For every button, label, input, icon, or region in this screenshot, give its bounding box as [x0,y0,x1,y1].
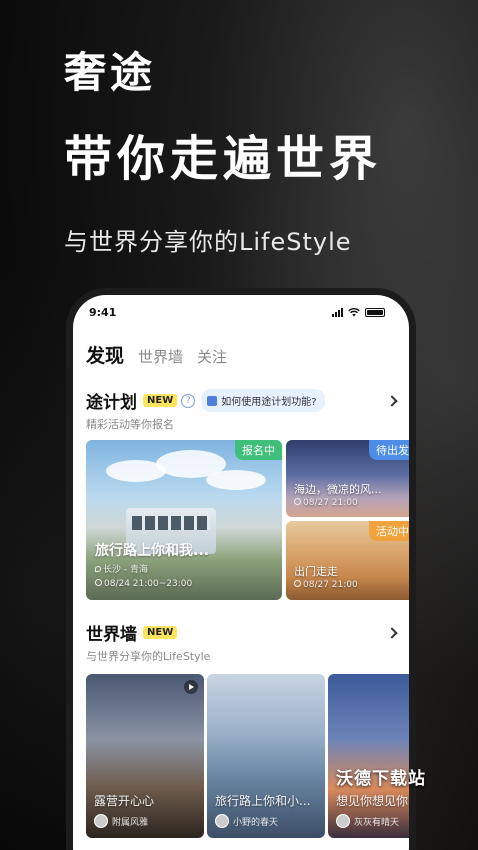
wall-card-1-author: 附属风雅 [94,814,148,828]
plan-card-2[interactable]: 待出发 海边，微凉的风... 08/27 21:00 [286,440,409,517]
wall-card-2[interactable]: 旅行路上你和小... 小野的春天 [207,674,325,838]
wall-title: 世界墙 [86,625,137,645]
plan-card-3[interactable]: 活动中 出门走走 08/27 21:00 [286,521,409,600]
plan-title: 途计划 [86,393,137,413]
plan-card-1-time: 08/24 21:00~23:00 [95,579,192,589]
wall-cards: 露营开心心 附属风雅 旅行路上你和小... 小野的春天 想见你想见你 灰灰有晴天 [73,674,409,838]
wall-card-3[interactable]: 想见你想见你 灰灰有晴天 [328,674,409,838]
plan-card-3-tag: 活动中 [369,521,409,541]
clock-icon [95,579,102,586]
clock-icon [294,498,301,505]
signal-icon [332,307,343,317]
plan-card-1[interactable]: 报名中 旅行路上你和我... 长沙 - 青海 08/24 21:00~23:00 [86,440,282,600]
wall-card-2-title: 旅行路上你和小... [215,794,311,808]
plan-card-2-tag: 待出发 [369,440,409,460]
plan-card-1-location: 长沙 - 青海 [95,562,148,575]
clock-icon [294,580,301,587]
status-time: 9:41 [89,305,117,319]
help-icon[interactable]: ? [181,393,196,408]
tab-following[interactable]: 关注 [197,346,227,367]
hero-subtitle: 与世界分享你的LifeStyle [64,228,352,256]
plan-card-2-title: 海边，微凉的风... [294,483,382,496]
wall-card-1-title: 露营开心心 [94,794,155,808]
battery-icon [365,307,385,317]
plan-tip[interactable]: 如何使用途计划功能? [201,389,325,412]
wall-card-3-author: 灰灰有晴天 [336,814,399,828]
avatar [94,814,108,828]
top-tabs: 发现 世界墙 关注 [73,329,409,368]
plan-card-1-tag: 报名中 [235,440,282,460]
plan-cards: 报名中 旅行路上你和我... 长沙 - 青海 08/24 21:00~23:00… [73,440,409,600]
wall-card-3-title: 想见你想见你 [336,794,409,808]
wifi-icon [348,307,360,316]
wall-new-badge: NEW [143,626,178,639]
plan-card-1-title: 旅行路上你和我... [95,543,209,559]
plan-subtitle: 精彩活动等你报名 [86,418,174,431]
plan-section-header[interactable]: 途计划 NEW ? 如何使用途计划功能? [73,388,409,413]
wall-card-2-author: 小野的春天 [215,814,278,828]
wall-card-1[interactable]: 露营开心心 附属风雅 [86,674,204,838]
chevron-right-icon[interactable] [386,394,398,407]
plan-new-badge: NEW [143,394,178,407]
watermark: 沃德下载站 [336,769,426,789]
hero-slogan: 带你走遍世界 [64,131,383,187]
wall-subtitle: 与世界分享你的LifeStyle [86,650,211,663]
wall-section-header[interactable]: 世界墙 NEW [73,620,409,645]
hero-title: 奢途 [64,48,157,97]
tip-icon [207,395,218,406]
tab-world-wall[interactable]: 世界墙 [138,346,183,367]
video-icon [184,680,198,694]
avatar [336,814,350,828]
location-icon [95,566,101,572]
chevron-right-icon[interactable] [386,626,398,639]
plan-card-2-time: 08/27 21:00 [294,498,358,508]
plan-card-3-title: 出门走走 [294,565,338,578]
plan-card-3-time: 08/27 21:00 [294,580,358,590]
tab-discover[interactable]: 发现 [86,341,124,368]
avatar [215,814,229,828]
status-icons [332,307,385,317]
plan-tip-text: 如何使用途计划功能? [221,397,317,408]
status-bar: 9:41 [73,295,409,329]
